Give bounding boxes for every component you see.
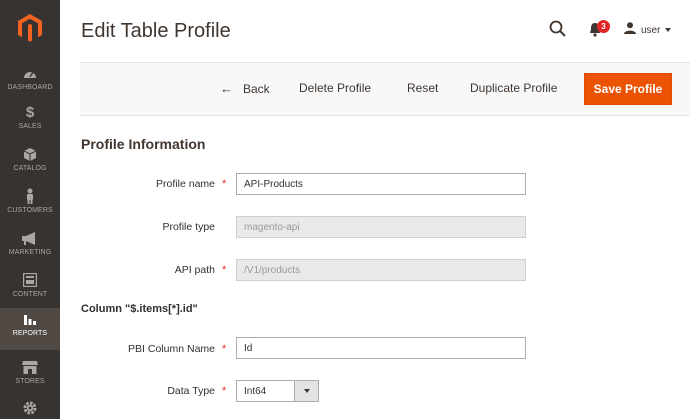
chevron-down-icon — [665, 28, 672, 32]
sidebar-item-stores[interactable]: STORES — [0, 356, 60, 398]
duplicate-profile-button[interactable]: Duplicate Profile — [470, 81, 557, 95]
sidebar-item-sales[interactable]: $ SALES — [0, 101, 60, 143]
sidebar-item-label: CONTENT — [12, 291, 48, 298]
sidebar-item-label: REPORTS — [12, 330, 48, 337]
person-icon — [22, 188, 38, 204]
megaphone-icon — [22, 230, 38, 246]
pbi-column-name-label: PBI Column Name — [128, 343, 215, 355]
box-icon — [22, 146, 38, 162]
back-button[interactable]: ← Back — [220, 81, 270, 96]
admin-sidebar: DASHBOARD $ SALES CATALOG CUSTOMERS MARK… — [0, 0, 60, 419]
store-icon — [22, 359, 38, 375]
user-menu[interactable]: user — [624, 21, 672, 39]
profile-type-input: magento-api — [236, 216, 526, 238]
column-section-title: Column "$.items[*].id" — [81, 303, 198, 315]
data-type-label: Data Type — [167, 385, 215, 397]
dollar-icon: $ — [25, 103, 35, 121]
sidebar-item-label: SALES — [18, 123, 42, 130]
sidebar-item-label: DASHBOARD — [7, 84, 53, 91]
user-icon — [624, 21, 636, 39]
user-name: user — [641, 24, 661, 36]
sidebar-item-label: CATALOG — [13, 165, 47, 172]
notifications-count-badge[interactable]: 3 — [597, 20, 610, 33]
api-path-label: API path — [174, 264, 215, 276]
data-type-select[interactable]: Int64 — [236, 380, 319, 402]
page-actions-bar: ← Back Delete Profile Reset Duplicate Pr… — [80, 62, 690, 116]
data-type-value: Int64 — [244, 385, 267, 397]
required-asterisk: * — [222, 343, 227, 355]
pbi-column-name-input[interactable]: Id — [236, 337, 526, 359]
search-icon[interactable] — [549, 20, 567, 38]
sidebar-item-customers[interactable]: CUSTOMERS — [0, 185, 60, 227]
back-button-label: Back — [243, 81, 270, 96]
reset-button[interactable]: Reset — [407, 81, 438, 95]
delete-profile-button[interactable]: Delete Profile — [299, 81, 371, 95]
sidebar-item-dashboard[interactable]: DASHBOARD — [0, 62, 60, 104]
sidebar-item-reports[interactable]: REPORTS — [0, 308, 60, 350]
required-asterisk: * — [222, 178, 227, 190]
save-profile-button[interactable]: Save Profile — [584, 73, 672, 105]
sidebar-item-catalog[interactable]: CATALOG — [0, 143, 60, 185]
sidebar-item-label: MARKETING — [8, 249, 52, 256]
profile-name-label: Profile name — [156, 178, 215, 190]
required-asterisk: * — [222, 264, 227, 276]
profile-name-input[interactable]: API-Products — [236, 173, 526, 195]
sidebar-item-label: CUSTOMERS — [7, 207, 53, 214]
chevron-down-icon[interactable] — [294, 381, 318, 401]
required-asterisk: * — [222, 385, 227, 397]
gear-icon — [22, 400, 38, 416]
sidebar-item-label: STORES — [15, 378, 45, 385]
profile-type-label: Profile type — [162, 221, 215, 233]
sidebar-item-content[interactable]: CONTENT — [0, 269, 60, 311]
layout-icon — [22, 272, 38, 288]
section-title: Profile Information — [81, 136, 206, 152]
bar-chart-icon — [22, 311, 38, 327]
dashboard-icon — [22, 65, 38, 81]
magento-logo[interactable] — [0, 0, 60, 56]
api-path-input: /V1/products — [236, 259, 526, 281]
arrow-left-icon: ← — [220, 81, 233, 96]
page-title: Edit Table Profile — [81, 20, 231, 42]
sidebar-item-marketing[interactable]: MARKETING — [0, 227, 60, 269]
magento-logo-icon — [18, 14, 42, 42]
sidebar-item-system[interactable] — [0, 397, 60, 419]
